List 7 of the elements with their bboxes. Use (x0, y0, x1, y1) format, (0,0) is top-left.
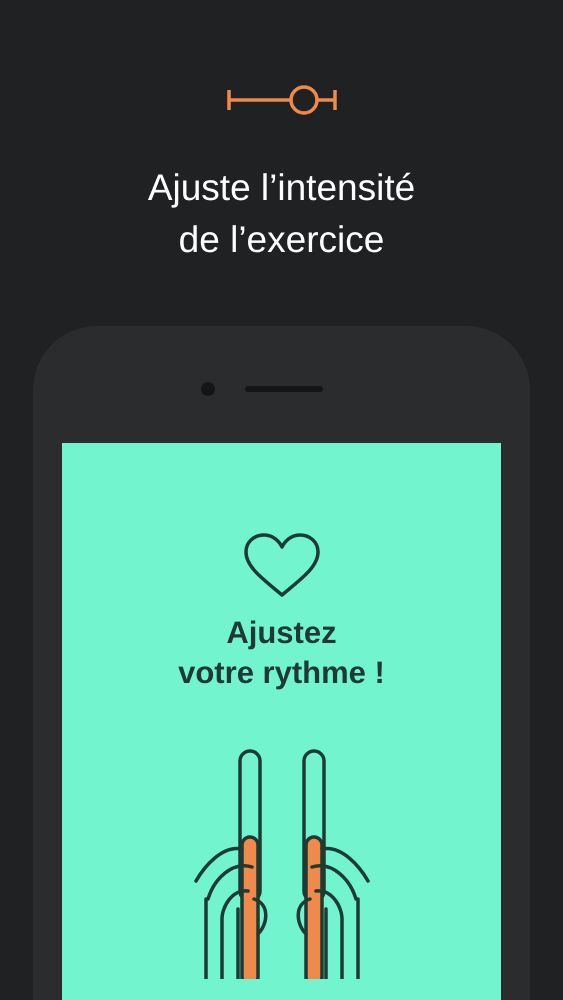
title-line: de l’exercice (178, 218, 384, 262)
heading-line: votre rythme ! (178, 654, 385, 692)
slider-icon (226, 84, 336, 116)
heart-icon (242, 533, 320, 599)
title-line: Ajuste l’intensité (148, 166, 416, 210)
camera-icon (200, 382, 214, 396)
heading-line: Ajustez (226, 614, 337, 652)
